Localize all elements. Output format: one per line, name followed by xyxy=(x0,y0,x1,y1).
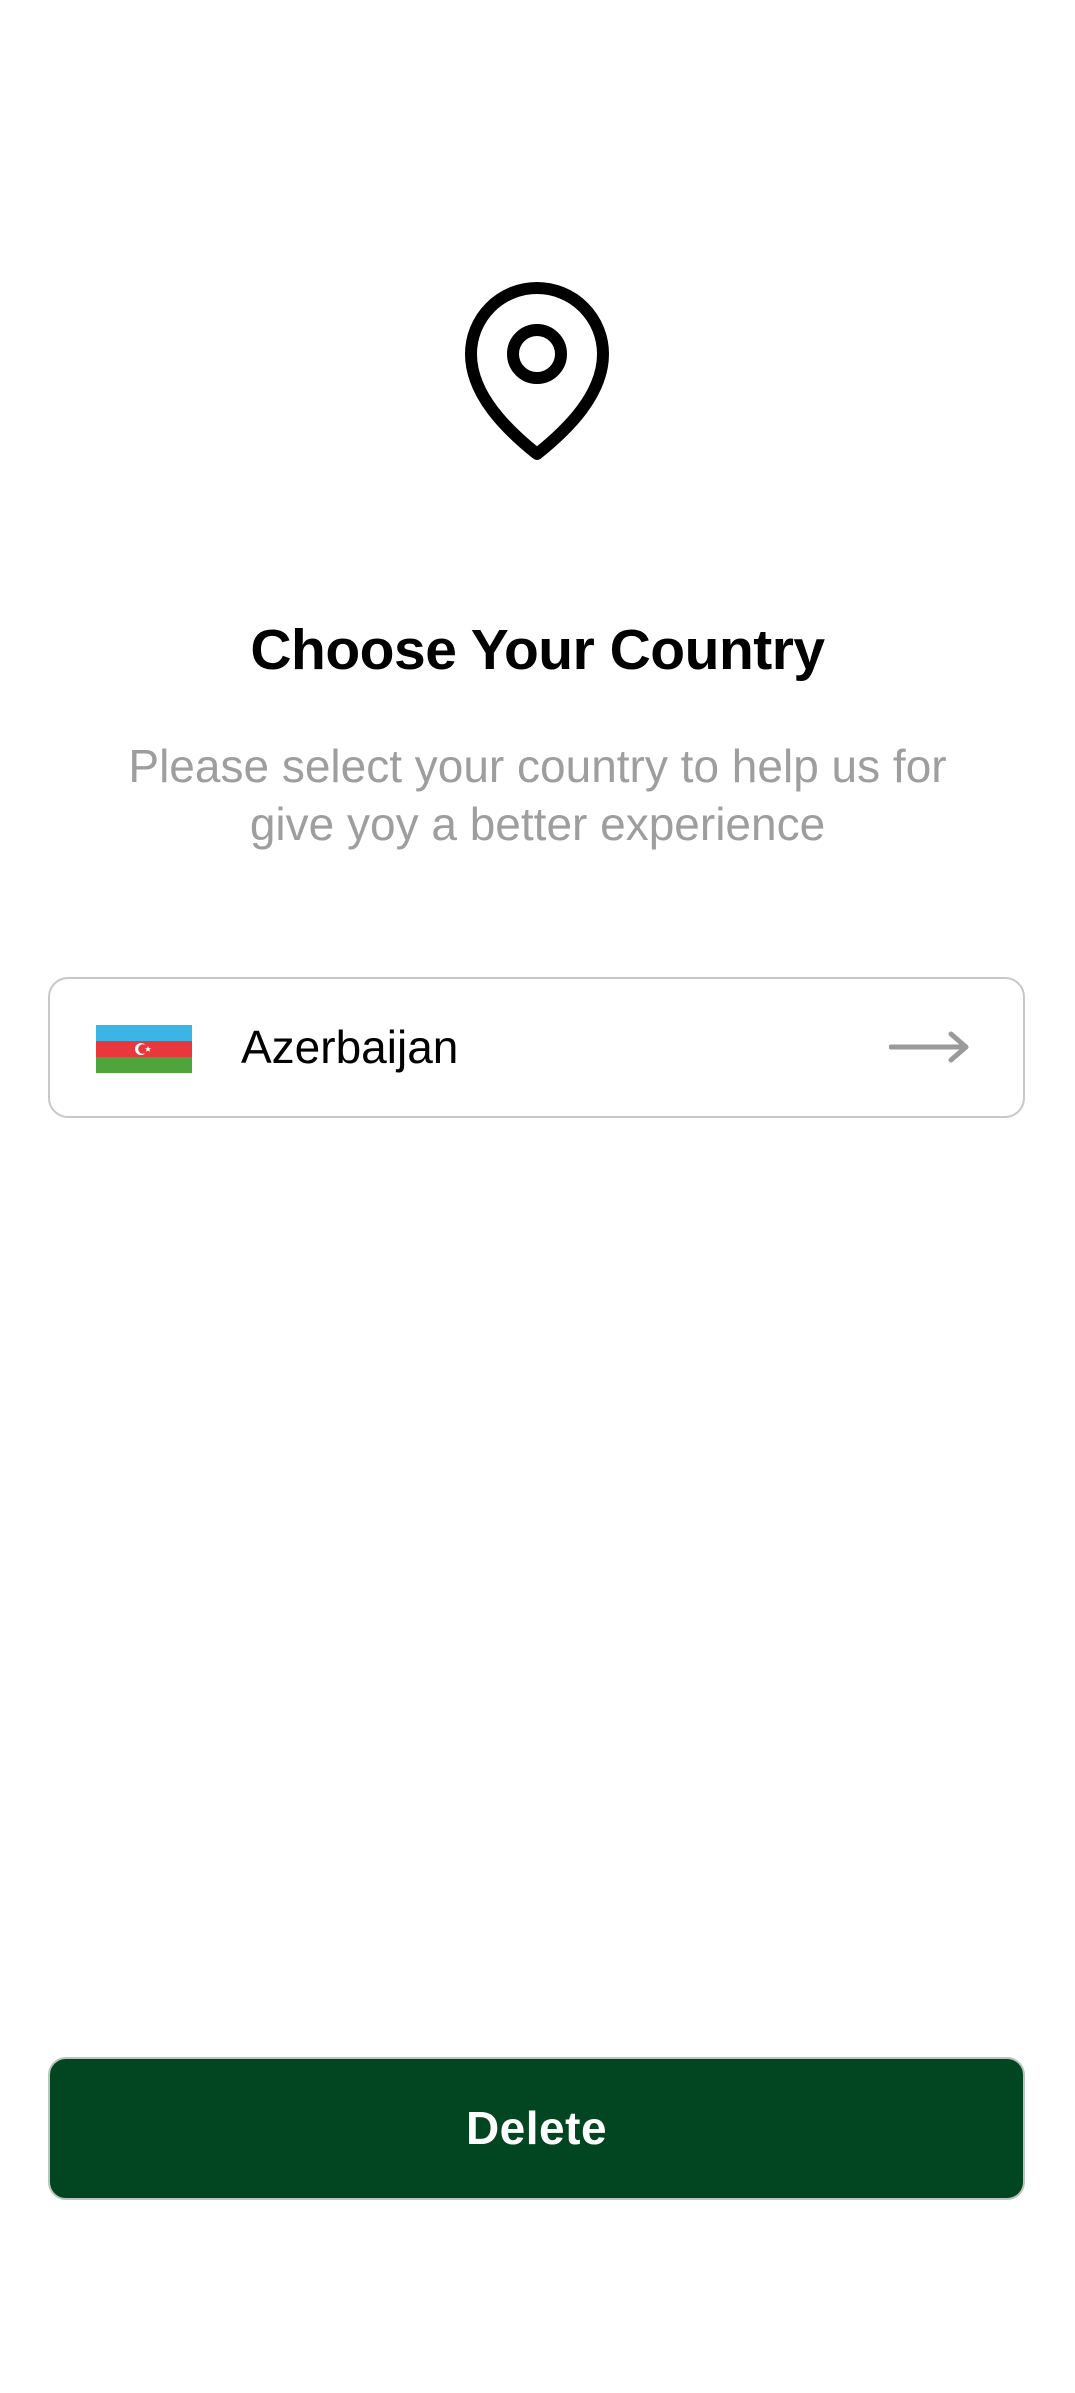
page-subtitle: Please select your country to help us fo… xyxy=(128,740,947,850)
page-title: Choose Your Country xyxy=(250,618,825,682)
country-name: Azerbaijan xyxy=(241,1021,459,1073)
azerbaijan-flag-icon xyxy=(96,1025,192,1073)
arrow-right-icon xyxy=(889,1031,969,1063)
country-selector[interactable]: Azerbaijan xyxy=(48,977,1025,1118)
delete-button[interactable]: Delete xyxy=(48,2057,1025,2200)
location-pin-icon xyxy=(465,282,609,460)
